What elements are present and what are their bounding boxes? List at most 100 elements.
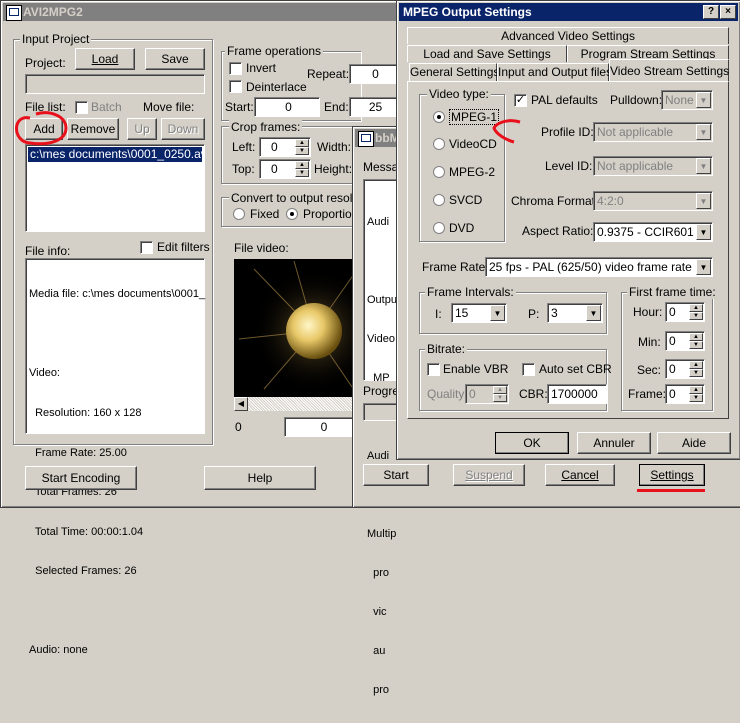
proportional-radio[interactable] <box>286 208 298 220</box>
i-interval-select[interactable]: 15 ▼ <box>451 303 507 323</box>
quality-label: Quality: <box>427 387 468 401</box>
end-field[interactable]: 25 <box>349 97 399 117</box>
quality-spinner[interactable]: ▲ ▼ <box>493 386 507 402</box>
up-button[interactable]: Up <box>127 118 157 140</box>
video-type-dvd-radio[interactable] <box>433 222 445 234</box>
start-encoding-button[interactable]: Start Encoding <box>25 466 137 490</box>
save-button[interactable]: Save <box>145 48 205 70</box>
pal-defaults-checkbox[interactable]: ✓ <box>514 94 527 107</box>
input-project-label: Input Project <box>20 32 92 46</box>
start-label: Start: <box>225 100 254 114</box>
left-spinner[interactable]: ▲ ▼ <box>295 139 309 155</box>
chevron-down-icon[interactable]: ▼ <box>586 305 601 321</box>
add-button[interactable]: Add <box>25 118 63 140</box>
chevron-down-icon[interactable]: ▼ <box>696 124 711 140</box>
top-field[interactable]: 0 ▲ ▼ <box>259 159 311 179</box>
level-id-select[interactable]: Not applicable ▼ <box>593 156 713 176</box>
top-spinner[interactable]: ▲ ▼ <box>295 161 309 177</box>
profile-id-label: Profile ID: <box>541 125 594 139</box>
hour-spinner[interactable]: ▲ ▼ <box>689 304 703 320</box>
main-titlebar[interactable]: AVI2MPG2 <box>3 3 409 21</box>
aspect-ratio-label: Aspect Ratio: <box>522 224 594 238</box>
video-type-videocd-radio[interactable] <box>433 138 445 150</box>
video-type-svcd-radio[interactable] <box>433 194 445 206</box>
frame-rate-select[interactable]: 25 fps - PAL (625/50) video frame rate ▼ <box>485 257 713 277</box>
chevron-down-icon[interactable]: ▼ <box>696 193 711 209</box>
quality-field[interactable]: 0 ▲ ▼ <box>465 384 509 404</box>
video-scrollbar[interactable]: ◀ <box>234 397 418 411</box>
invert-checkbox[interactable] <box>229 62 242 75</box>
aspect-ratio-select[interactable]: 0.9375 - CCIR601 62 ▼ <box>593 222 713 242</box>
file-list-item[interactable]: c:\mes documents\0001_0250.avi <box>28 147 202 162</box>
p-interval-select[interactable]: 3 ▼ <box>547 303 603 323</box>
dialog-titlebar[interactable]: MPEG Output Settings ? × <box>399 3 738 21</box>
video-type-mpeg1-radio[interactable] <box>433 111 445 123</box>
file-list[interactable]: c:\mes documents\0001_0250.avi <box>25 144 205 232</box>
video-type-svcd-label: SVCD <box>449 193 483 207</box>
sec-label: Sec: <box>637 363 662 377</box>
suspend-button[interactable]: Suspend <box>453 464 525 486</box>
ok-button[interactable]: OK <box>495 432 569 454</box>
cbr-field[interactable]: 1700000 <box>547 384 607 404</box>
hour-field[interactable]: 0 ▲ ▼ <box>665 302 705 322</box>
enable-vbr-checkbox[interactable] <box>427 363 440 376</box>
min-field[interactable]: 0 ▲ ▼ <box>665 331 705 351</box>
chevron-down-icon[interactable]: ▼ <box>696 158 711 174</box>
video-type-dvd-label: DVD <box>449 221 475 235</box>
dialog-title: MPEG Output Settings <box>403 5 532 19</box>
help-icon[interactable]: ? <box>703 5 719 19</box>
min-spinner[interactable]: ▲ ▼ <box>689 333 703 349</box>
annuler-button[interactable]: Annuler <box>577 432 651 454</box>
sec-spinner[interactable]: ▲ ▼ <box>689 361 703 377</box>
video-type-mpeg2-radio[interactable] <box>433 166 445 178</box>
main-window: AVI2MPG2 Input Project Project: Load Sav… <box>0 0 418 656</box>
tab-advanced-video[interactable]: Advanced Video Settings <box>407 27 729 44</box>
app-icon <box>6 5 22 21</box>
chevron-down-icon[interactable]: ▼ <box>490 305 505 321</box>
project-field[interactable] <box>25 74 205 94</box>
frame-field[interactable]: 0 ▲ ▼ <box>665 384 705 404</box>
left-field[interactable]: 0 ▲ ▼ <box>259 137 311 157</box>
sec-field[interactable]: 0 ▲ ▼ <box>665 359 705 379</box>
cancel-encoding-button[interactable]: Cancel <box>545 464 615 486</box>
start-button[interactable]: Start <box>363 464 429 486</box>
first-frame-time-label: First frame time: <box>627 285 718 299</box>
pulldown-select[interactable]: None ▼ <box>661 90 713 110</box>
close-icon[interactable]: × <box>720 5 736 19</box>
tab-input-output[interactable]: Input and Output files <box>497 63 612 81</box>
level-id-label: Level ID: <box>545 159 593 173</box>
scroll-left-arrow[interactable]: ◀ <box>234 397 248 411</box>
frame-operations-label: Frame operations <box>225 44 324 58</box>
position-label: 0 <box>235 420 242 434</box>
deinterlace-checkbox[interactable] <box>229 80 242 93</box>
deinterlace-label: Deinterlace <box>246 80 307 94</box>
down-button[interactable]: Down <box>161 118 205 140</box>
video-type-mpeg2-label: MPEG-2 <box>449 165 496 179</box>
tab-general[interactable]: General Settings <box>409 63 499 81</box>
fixed-radio[interactable] <box>233 208 245 220</box>
position-field[interactable]: 0 <box>284 417 361 437</box>
start-field[interactable]: 0 <box>254 97 320 117</box>
chevron-down-icon[interactable]: ▼ <box>696 259 711 275</box>
help-button[interactable]: Help <box>204 466 316 490</box>
chroma-format-select[interactable]: 4:2:0 ▼ <box>593 191 713 211</box>
load-button[interactable]: Load <box>75 48 135 70</box>
settings-button[interactable]: Settings <box>639 464 705 486</box>
edit-filters-checkbox[interactable] <box>140 241 153 254</box>
cbr-label: CBR: <box>519 387 548 401</box>
profile-id-select[interactable]: Not applicable ▼ <box>593 122 713 142</box>
chevron-down-icon[interactable]: ▼ <box>696 224 711 240</box>
remove-button[interactable]: Remove <box>67 118 119 140</box>
tab-video-stream[interactable]: Video Stream Settings <box>609 59 729 82</box>
batch-checkbox[interactable] <box>75 101 88 114</box>
repeat-field[interactable]: 0 <box>349 64 399 84</box>
video-preview <box>234 259 361 397</box>
auto-cbr-checkbox[interactable] <box>522 363 535 376</box>
aide-button[interactable]: Aide <box>657 432 731 454</box>
chevron-down-icon[interactable]: ▼ <box>696 92 711 108</box>
batch-label: Batch <box>91 100 122 114</box>
tab-load-save[interactable]: Load and Save Settings <box>407 45 567 62</box>
project-label: Project: <box>25 56 66 70</box>
video-type-label: Video type: <box>427 87 491 101</box>
frame-spinner[interactable]: ▲ ▼ <box>689 386 703 402</box>
